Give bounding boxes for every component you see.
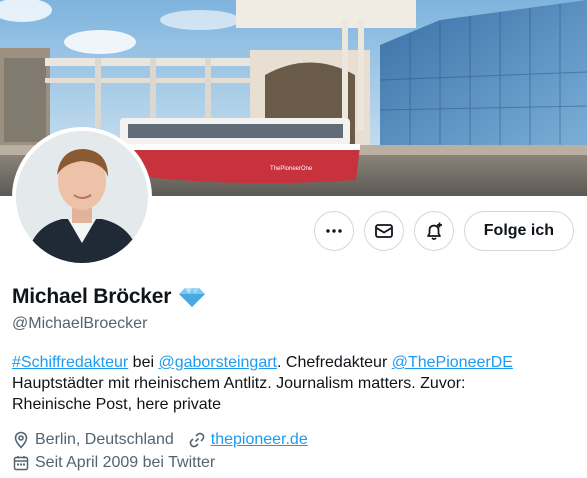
bell-plus-icon (426, 222, 442, 240)
link-icon (189, 432, 205, 448)
following-button[interactable]: Folge ich (463, 211, 574, 251)
bio-line-2: Hauptstädter mit rheinischem Antlitz. Jo… (12, 375, 466, 392)
more-icon (326, 229, 342, 233)
location-text: Berlin, Deutschland (35, 431, 174, 448)
calendar-icon (13, 456, 29, 471)
avatar[interactable] (12, 127, 152, 267)
hashtag-link[interactable]: #Schiffredakteur (12, 354, 128, 371)
joined-date-text: Seit April 2009 bei Twitter (35, 454, 216, 471)
website-link[interactable]: thepioneer.de (211, 431, 308, 449)
more-button[interactable] (313, 211, 354, 251)
notify-button[interactable] (413, 211, 454, 251)
message-button[interactable] (363, 211, 404, 251)
mention-link-gaborsteingart[interactable]: @gaborsteingart (158, 354, 277, 371)
mention-link-thepioneerde[interactable]: @ThePioneerDE (392, 354, 513, 371)
profile-bio: #Schiffredakteur bei @gaborsteingart. Ch… (12, 352, 577, 415)
bio-text-chefredakteur: . Chefredakteur (277, 354, 392, 371)
envelope-icon (374, 224, 393, 238)
diamond-icon (179, 288, 206, 307)
user-handle: @MichaelBroecker (12, 315, 148, 332)
location-pin-icon (14, 431, 28, 449)
bio-text-bei: bei (128, 354, 159, 371)
display-name: Michael Bröcker (12, 285, 172, 308)
bio-line-3: Rheinische Post, here private (12, 396, 221, 413)
boat-name: ThePioneerOne (270, 166, 313, 172)
